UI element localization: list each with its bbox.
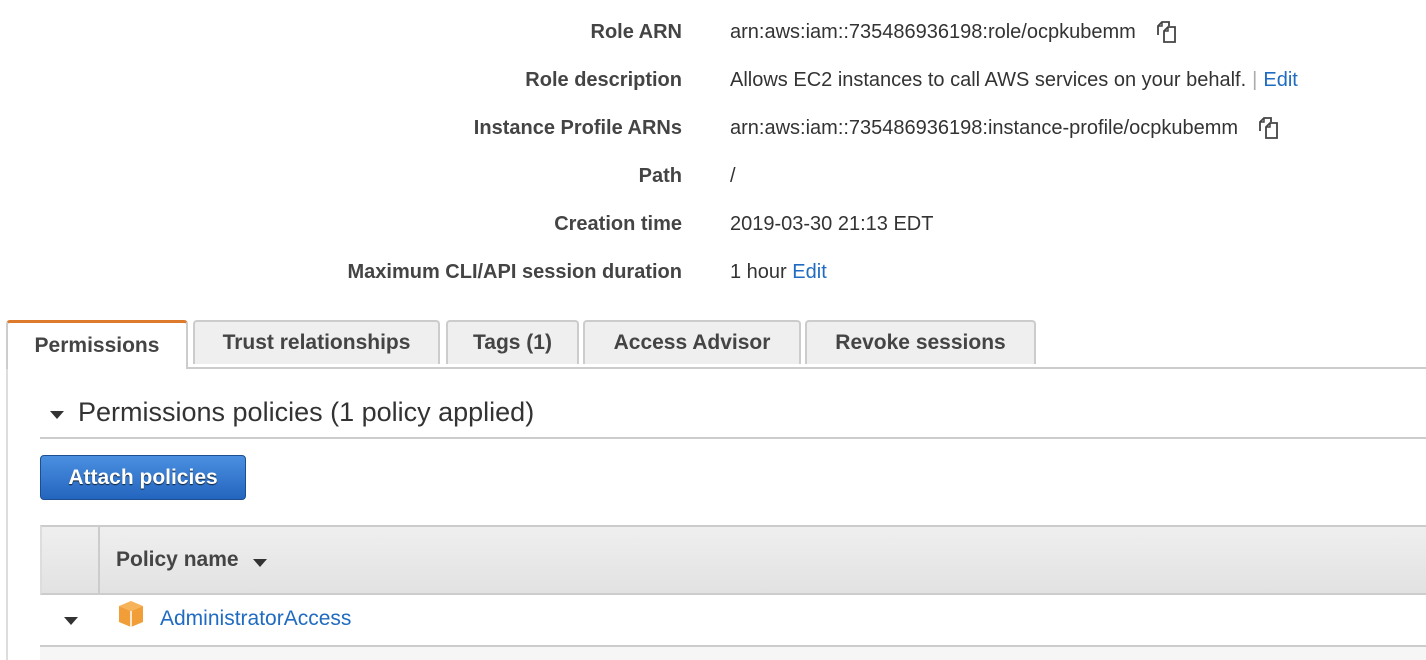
expand-row-caret-icon[interactable] xyxy=(64,617,78,625)
edit-description-link[interactable]: Edit xyxy=(1263,69,1297,92)
path-value: / xyxy=(730,164,736,187)
session-duration-row: Maximum CLI/API session duration 1 hour … xyxy=(0,248,1426,296)
tab-tags[interactable]: Tags (1) xyxy=(446,320,579,364)
section-title: Permissions policies (1 policy applied) xyxy=(78,397,535,427)
path-row: Path / xyxy=(0,152,1426,200)
expand-column-header xyxy=(42,527,100,593)
separator: | xyxy=(1252,68,1258,91)
instance-profile-value: arn:aws:iam::735486936198:instance-profi… xyxy=(730,116,1239,139)
policy-name-link[interactable]: AdministratorAccess xyxy=(160,607,351,631)
policy-table-header: Policy name xyxy=(40,525,1426,595)
instance-profile-label: Instance Profile ARNs xyxy=(473,116,682,139)
role-arn-value: arn:aws:iam::735486936198:role/ocpkubemm xyxy=(730,20,1136,43)
copy-icon[interactable] xyxy=(1256,116,1280,140)
attach-policies-button[interactable]: Attach policies xyxy=(40,455,246,500)
role-description-row: Role description Allows EC2 instances to… xyxy=(0,56,1426,104)
role-description-value: Allows EC2 instances to call AWS service… xyxy=(730,68,1247,91)
table-row xyxy=(40,647,1426,660)
instance-profile-row: Instance Profile ARNs arn:aws:iam::73548… xyxy=(0,104,1426,152)
path-label: Path xyxy=(638,164,682,187)
sort-caret-icon[interactable] xyxy=(252,559,267,567)
tab-bar: Permissions Trust relationships Tags (1)… xyxy=(6,320,1426,369)
creation-time-label: Creation time xyxy=(554,212,682,235)
copy-icon[interactable] xyxy=(1154,20,1178,44)
session-duration-value: 1 hour xyxy=(730,260,787,283)
tab-permissions[interactable]: Permissions xyxy=(6,320,188,369)
policy-name-column-header[interactable]: Policy name xyxy=(116,527,267,593)
edit-session-duration-link[interactable]: Edit xyxy=(792,261,826,284)
table-row: AdministratorAccess xyxy=(40,593,1426,647)
role-description-label: Role description xyxy=(525,68,682,91)
tab-access-advisor[interactable]: Access Advisor xyxy=(583,320,801,364)
creation-time-row: Creation time 2019-03-30 21:13 EDT xyxy=(0,200,1426,248)
tab-trust-relationships[interactable]: Trust relationships xyxy=(193,320,440,364)
role-arn-row: Role ARN arn:aws:iam::735486936198:role/… xyxy=(0,8,1426,56)
role-arn-label: Role ARN xyxy=(590,20,682,43)
permissions-panel: Permissions policies (1 policy applied) … xyxy=(6,367,1426,660)
tab-revoke-sessions[interactable]: Revoke sessions xyxy=(805,320,1036,364)
aws-managed-policy-cube-icon xyxy=(119,601,143,627)
role-summary: Role ARN arn:aws:iam::735486936198:role/… xyxy=(0,8,1426,296)
permissions-policies-header[interactable]: Permissions policies (1 policy applied) xyxy=(40,397,1426,439)
session-duration-label: Maximum CLI/API session duration xyxy=(347,260,682,283)
collapse-caret-icon[interactable] xyxy=(50,411,64,419)
creation-time-value: 2019-03-30 21:13 EDT xyxy=(730,212,934,235)
